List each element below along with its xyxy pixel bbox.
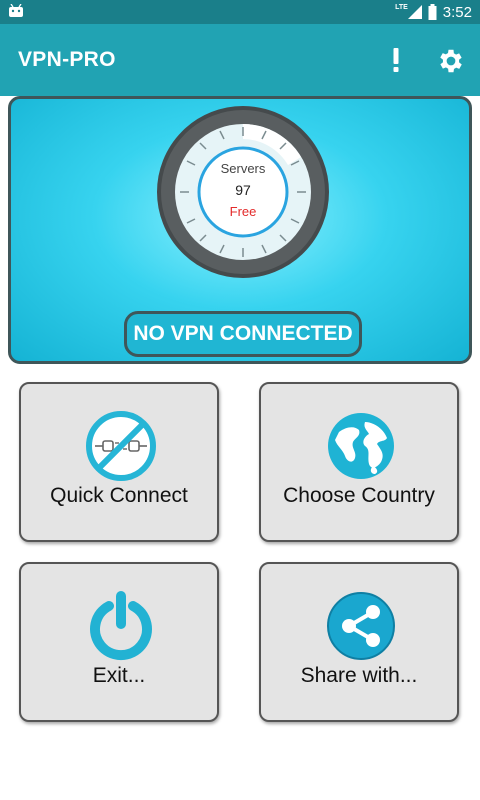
android-notification-icon [9,4,23,17]
gear-icon[interactable] [436,46,466,76]
share-icon [327,592,395,660]
exclamation-icon [393,48,399,72]
app-title: VPN-PRO [18,48,116,71]
tier-label: Free [229,204,257,219]
globe-icon [328,413,394,479]
signal-icon [407,5,422,19]
share-button[interactable]: Share with... [259,562,459,722]
exit-button[interactable]: Exit... [19,562,219,722]
connection-status: NO VPN CONNECTED [124,311,362,357]
connection-panel: Servers 97 Free NO VPN CONNECTED [8,96,472,364]
exit-label: Exit... [92,664,146,687]
battery-icon [428,4,437,20]
status-bar: LTE 3:52 [0,0,480,24]
choose-country-button[interactable]: Choose Country [259,382,459,542]
server-count: 97 [235,182,251,198]
share-label: Share with... [300,664,418,687]
app-bar: VPN-PRO [0,24,480,96]
clock: 3:52 [442,3,472,21]
no-connection-icon [86,411,156,481]
choose-country-label: Choose Country [283,484,435,507]
servers-label: Servers [220,161,266,176]
quick-connect-label: Quick Connect [50,484,188,507]
server-gauge: Servers 97 Free [150,99,336,285]
network-type: LTE [395,3,408,11]
alert-button[interactable] [384,42,408,78]
quick-connect-button[interactable]: Quick Connect [19,382,219,542]
power-icon [90,591,152,660]
